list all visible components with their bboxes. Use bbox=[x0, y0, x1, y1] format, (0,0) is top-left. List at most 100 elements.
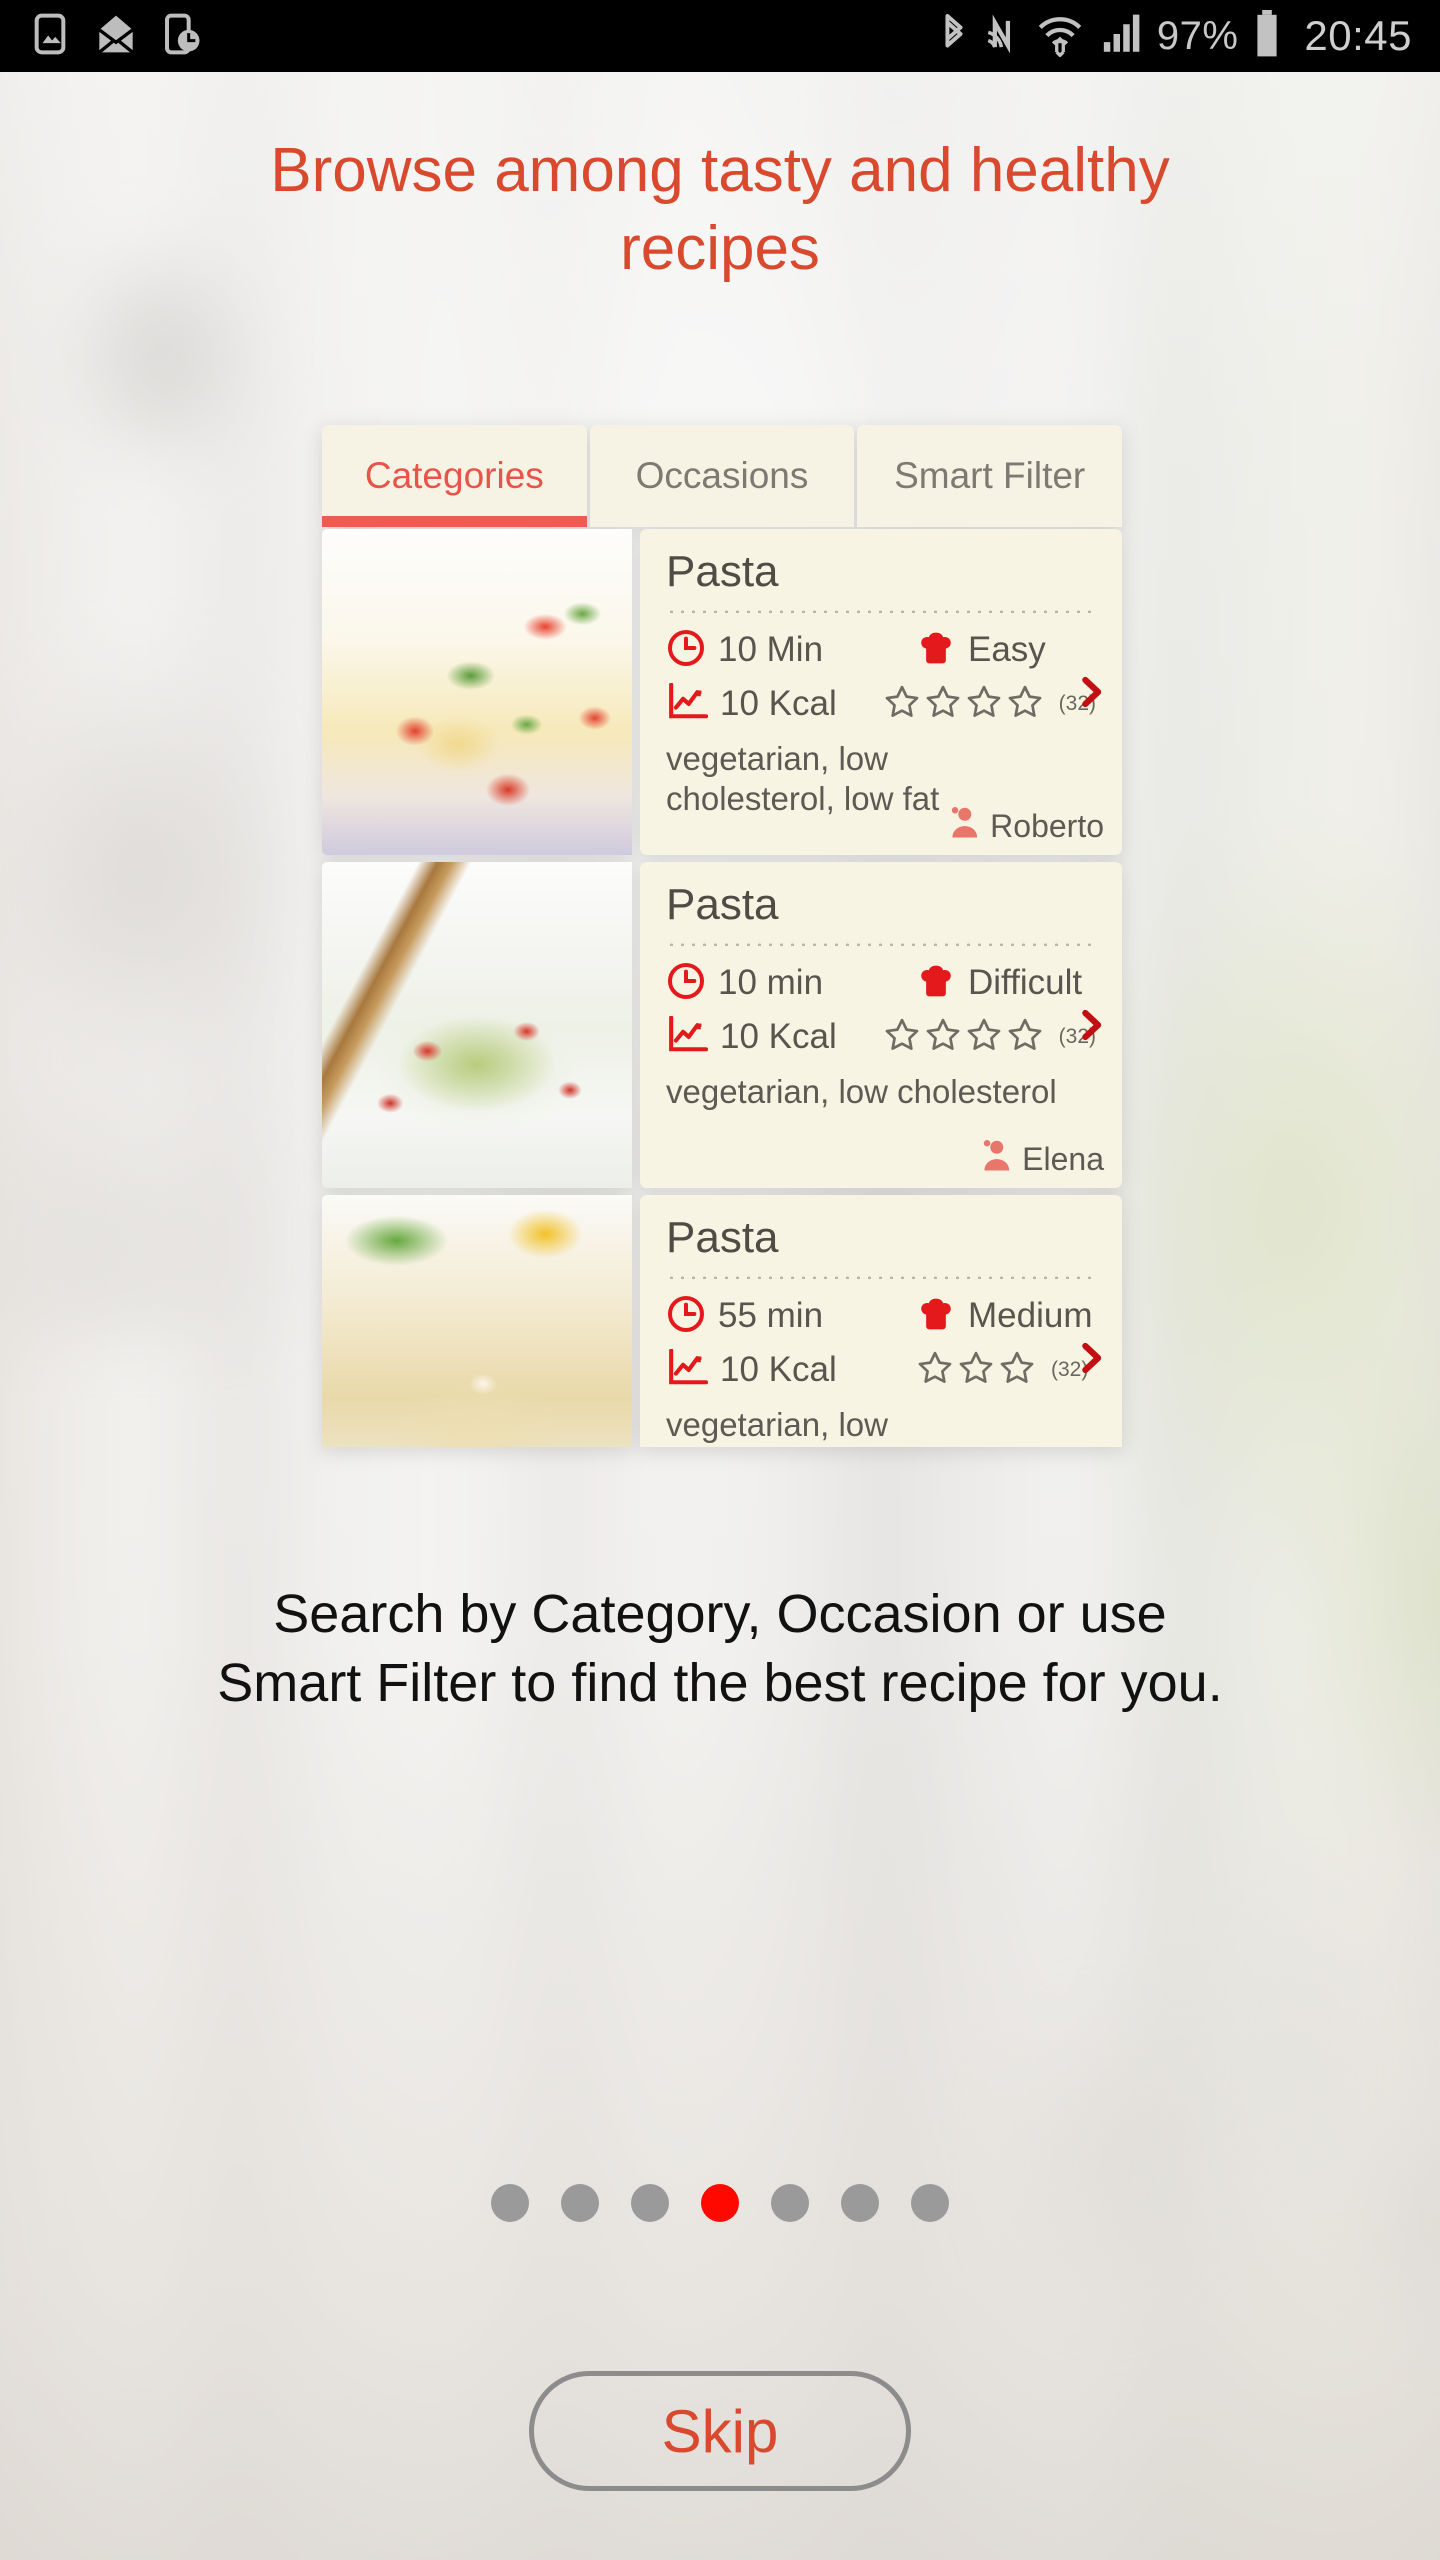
recipe-title: Pasta bbox=[666, 1213, 779, 1262]
rating-stars[interactable] bbox=[883, 1016, 1044, 1059]
star-icon bbox=[924, 1016, 962, 1059]
chevron-right-icon bbox=[1082, 676, 1102, 708]
user-icon bbox=[980, 1138, 1012, 1180]
tab-label: Smart Filter bbox=[894, 455, 1086, 496]
recipe-tags: vegetarian, low cholesterol bbox=[666, 1073, 1057, 1111]
recipe-card-list: Pasta 10 Min Easy 10 Kcal (32) vegetaria… bbox=[322, 529, 1122, 1447]
recipe-time: 55 min bbox=[718, 1296, 824, 1336]
recipe-meta-row-calories: 10 Kcal (32) bbox=[666, 677, 1096, 731]
page-dot[interactable] bbox=[911, 2184, 949, 2222]
recipe-meta-row-time: 55 min Medium bbox=[666, 1289, 1096, 1343]
chart-icon bbox=[666, 1015, 709, 1059]
clock-icon bbox=[666, 961, 706, 1006]
tab-label: Occasions bbox=[635, 455, 809, 496]
star-icon bbox=[924, 683, 962, 726]
page-dot-active[interactable] bbox=[701, 2184, 739, 2222]
tab-smart-filter[interactable]: Smart Filter bbox=[857, 425, 1122, 527]
page-title: Browse among tasty and healthy recipes bbox=[0, 140, 1440, 280]
page-subtitle-line1: Search by Category, Occasion or use bbox=[273, 1584, 1167, 1644]
status-bar-right-icons: 97% 20:45 bbox=[939, 9, 1440, 63]
recipe-time: 10 min bbox=[718, 963, 824, 1003]
page-title-line1: Browse among tasty and healthy bbox=[270, 136, 1170, 205]
page-dot[interactable] bbox=[771, 2184, 809, 2222]
tab-occasions[interactable]: Occasions bbox=[589, 425, 855, 527]
recipe-author: Elena bbox=[980, 1138, 1104, 1180]
rating-stars[interactable] bbox=[916, 1349, 1036, 1392]
nfc-icon bbox=[985, 11, 1021, 62]
recipe-calories: 10 Kcal bbox=[720, 1017, 837, 1057]
recipe-tags: vegetarian, low cholesterol, low fat bbox=[666, 1406, 939, 1447]
dotted-divider bbox=[666, 942, 1096, 947]
skip-button[interactable]: Skip bbox=[529, 2371, 911, 2491]
battery-percent: 97% bbox=[1156, 13, 1239, 58]
wifi-icon bbox=[1037, 11, 1083, 62]
status-bar-left-icons bbox=[0, 12, 202, 61]
tab-bar: Categories Occasions Smart Filter bbox=[322, 425, 1122, 527]
clock-icon bbox=[666, 1294, 706, 1339]
recipe-details: Pasta 10 Min Easy 10 Kcal (32) vegetaria… bbox=[640, 529, 1122, 855]
page-dot[interactable] bbox=[491, 2184, 529, 2222]
recipe-difficulty: Easy bbox=[968, 630, 1046, 670]
star-icon bbox=[998, 1349, 1036, 1392]
page-title-line2: recipes bbox=[620, 214, 820, 283]
recipe-difficulty: Difficult bbox=[968, 963, 1083, 1003]
page-subtitle: Search by Category, Occasion or use Smar… bbox=[0, 1580, 1440, 1718]
recipe-photo bbox=[322, 1195, 632, 1447]
page-subtitle-line2: Smart Filter to find the best recipe for… bbox=[217, 1653, 1223, 1714]
tab-categories[interactable]: Categories bbox=[322, 425, 587, 527]
recipe-time: 10 Min bbox=[718, 630, 824, 670]
screen-timer-icon bbox=[162, 12, 202, 61]
recipe-photo bbox=[322, 529, 632, 855]
recipe-details: Pasta 10 min Difficult 10 Kcal (32) vege… bbox=[640, 862, 1122, 1188]
star-icon bbox=[916, 1349, 954, 1392]
bluetooth-icon bbox=[939, 11, 969, 62]
recipe-calories: 10 Kcal bbox=[720, 684, 837, 724]
star-icon bbox=[957, 1349, 995, 1392]
recipe-browser-preview: Categories Occasions Smart Filter Pasta 10… bbox=[322, 425, 1122, 1447]
status-bar: 97% 20:45 bbox=[0, 0, 1440, 72]
star-icon bbox=[965, 1016, 1003, 1059]
recipe-photo bbox=[322, 862, 632, 1188]
clock-icon bbox=[666, 628, 706, 673]
page-dot[interactable] bbox=[561, 2184, 599, 2222]
page-dot[interactable] bbox=[631, 2184, 669, 2222]
chef-hat-icon bbox=[916, 631, 956, 670]
rating-stars[interactable] bbox=[883, 683, 1044, 726]
recipe-title: Pasta bbox=[666, 880, 779, 929]
recipe-author-name: Roberto bbox=[990, 807, 1104, 844]
battery-icon bbox=[1254, 9, 1280, 63]
chart-icon bbox=[666, 682, 709, 726]
recipe-author: Roberto bbox=[948, 805, 1104, 847]
recipe-details: Pasta 55 min Medium 10 Kcal (32) vegetar… bbox=[640, 1195, 1122, 1447]
star-icon bbox=[965, 683, 1003, 726]
star-icon bbox=[1006, 683, 1044, 726]
star-icon bbox=[883, 683, 921, 726]
chef-hat-icon bbox=[916, 964, 956, 1003]
chevron-right-icon bbox=[1082, 1009, 1102, 1041]
page-dot[interactable] bbox=[841, 2184, 879, 2222]
recipe-meta-row-calories: 10 Kcal (32) bbox=[666, 1343, 1096, 1397]
recipe-meta-row-calories: 10 Kcal (32) bbox=[666, 1010, 1096, 1064]
recipe-meta-row-time: 10 Min Easy bbox=[666, 623, 1096, 677]
star-icon bbox=[883, 1016, 921, 1059]
chevron-right-icon bbox=[1082, 1342, 1102, 1374]
recipe-card[interactable]: Pasta 55 min Medium 10 Kcal (32) vegetar… bbox=[322, 1195, 1122, 1447]
tab-label: Categories bbox=[364, 455, 544, 496]
recipe-card[interactable]: Pasta 10 min Difficult 10 Kcal (32) vege… bbox=[322, 862, 1122, 1188]
page-indicator[interactable] bbox=[0, 2184, 1440, 2222]
recipe-calories: 10 Kcal bbox=[720, 1350, 837, 1390]
signal-icon bbox=[1099, 12, 1141, 61]
chart-icon bbox=[666, 1348, 709, 1392]
recipe-card[interactable]: Pasta 10 Min Easy 10 Kcal (32) vegetaria… bbox=[322, 529, 1122, 855]
image-icon bbox=[30, 12, 70, 61]
user-icon bbox=[948, 805, 980, 847]
recipe-difficulty: Medium bbox=[968, 1296, 1093, 1336]
dotted-divider bbox=[666, 609, 1096, 614]
mail-icon bbox=[94, 14, 138, 59]
clock: 20:45 bbox=[1304, 12, 1412, 59]
recipe-author-name: Elena bbox=[1022, 1140, 1104, 1177]
chef-hat-icon bbox=[916, 1297, 956, 1336]
star-icon bbox=[1006, 1016, 1044, 1059]
recipe-title: Pasta bbox=[666, 547, 779, 596]
recipe-meta-row-time: 10 min Difficult bbox=[666, 956, 1096, 1010]
